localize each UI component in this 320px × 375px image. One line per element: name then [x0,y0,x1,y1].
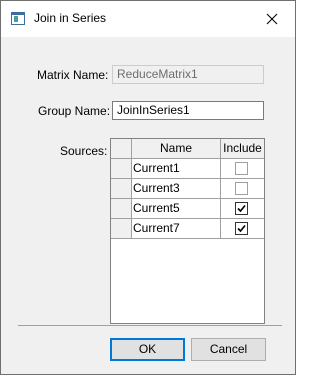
cancel-button[interactable]: Cancel [191,338,266,361]
row-header[interactable] [111,159,132,178]
source-name-cell[interactable]: Current1 [132,159,221,178]
include-checkbox[interactable] [235,162,248,175]
window-app-icon [11,12,25,25]
include-checkbox[interactable] [235,222,248,235]
row-header[interactable] [111,219,132,238]
include-cell[interactable] [221,219,264,238]
close-icon [266,13,278,25]
group-name-input[interactable]: JoinInSeries1 [112,101,264,120]
title-bar: Join in Series [1,1,295,37]
sources-label: Sources: [60,144,108,158]
table-row[interactable]: Current3 [111,179,264,199]
table-row[interactable]: Current1 [111,159,264,179]
grid-corner-cell[interactable] [111,139,132,158]
include-cell[interactable] [221,159,264,178]
source-name-cell[interactable]: Current5 [132,199,221,218]
row-header[interactable] [111,179,132,198]
include-checkbox[interactable] [235,202,248,215]
ok-button[interactable]: OK [110,338,185,361]
source-name-cell[interactable]: Current7 [132,219,221,238]
join-in-series-dialog: Join in Series Matrix Name: ReduceMatrix… [0,0,296,375]
group-name-label: Group Name: [38,104,111,118]
grid-header: Name Include [111,139,264,159]
column-header-name[interactable]: Name [132,139,221,158]
footer-separator [18,325,282,326]
include-checkbox[interactable] [235,182,248,195]
matrix-name-field: ReduceMatrix1 [112,65,264,84]
sources-grid[interactable]: Name Include Current1 Current3 Current5 [110,138,265,324]
table-row[interactable]: Current7 [111,219,264,239]
checkmark-icon [237,204,246,213]
close-button[interactable] [249,1,295,37]
include-cell[interactable] [221,179,264,198]
include-cell[interactable] [221,199,264,218]
window-title: Join in Series [34,11,107,25]
row-header[interactable] [111,199,132,218]
matrix-name-label: Matrix Name: [37,68,109,82]
source-name-cell[interactable]: Current3 [132,179,221,198]
checkmark-icon [237,224,246,233]
column-header-include[interactable]: Include [221,139,264,158]
table-row[interactable]: Current5 [111,199,264,219]
